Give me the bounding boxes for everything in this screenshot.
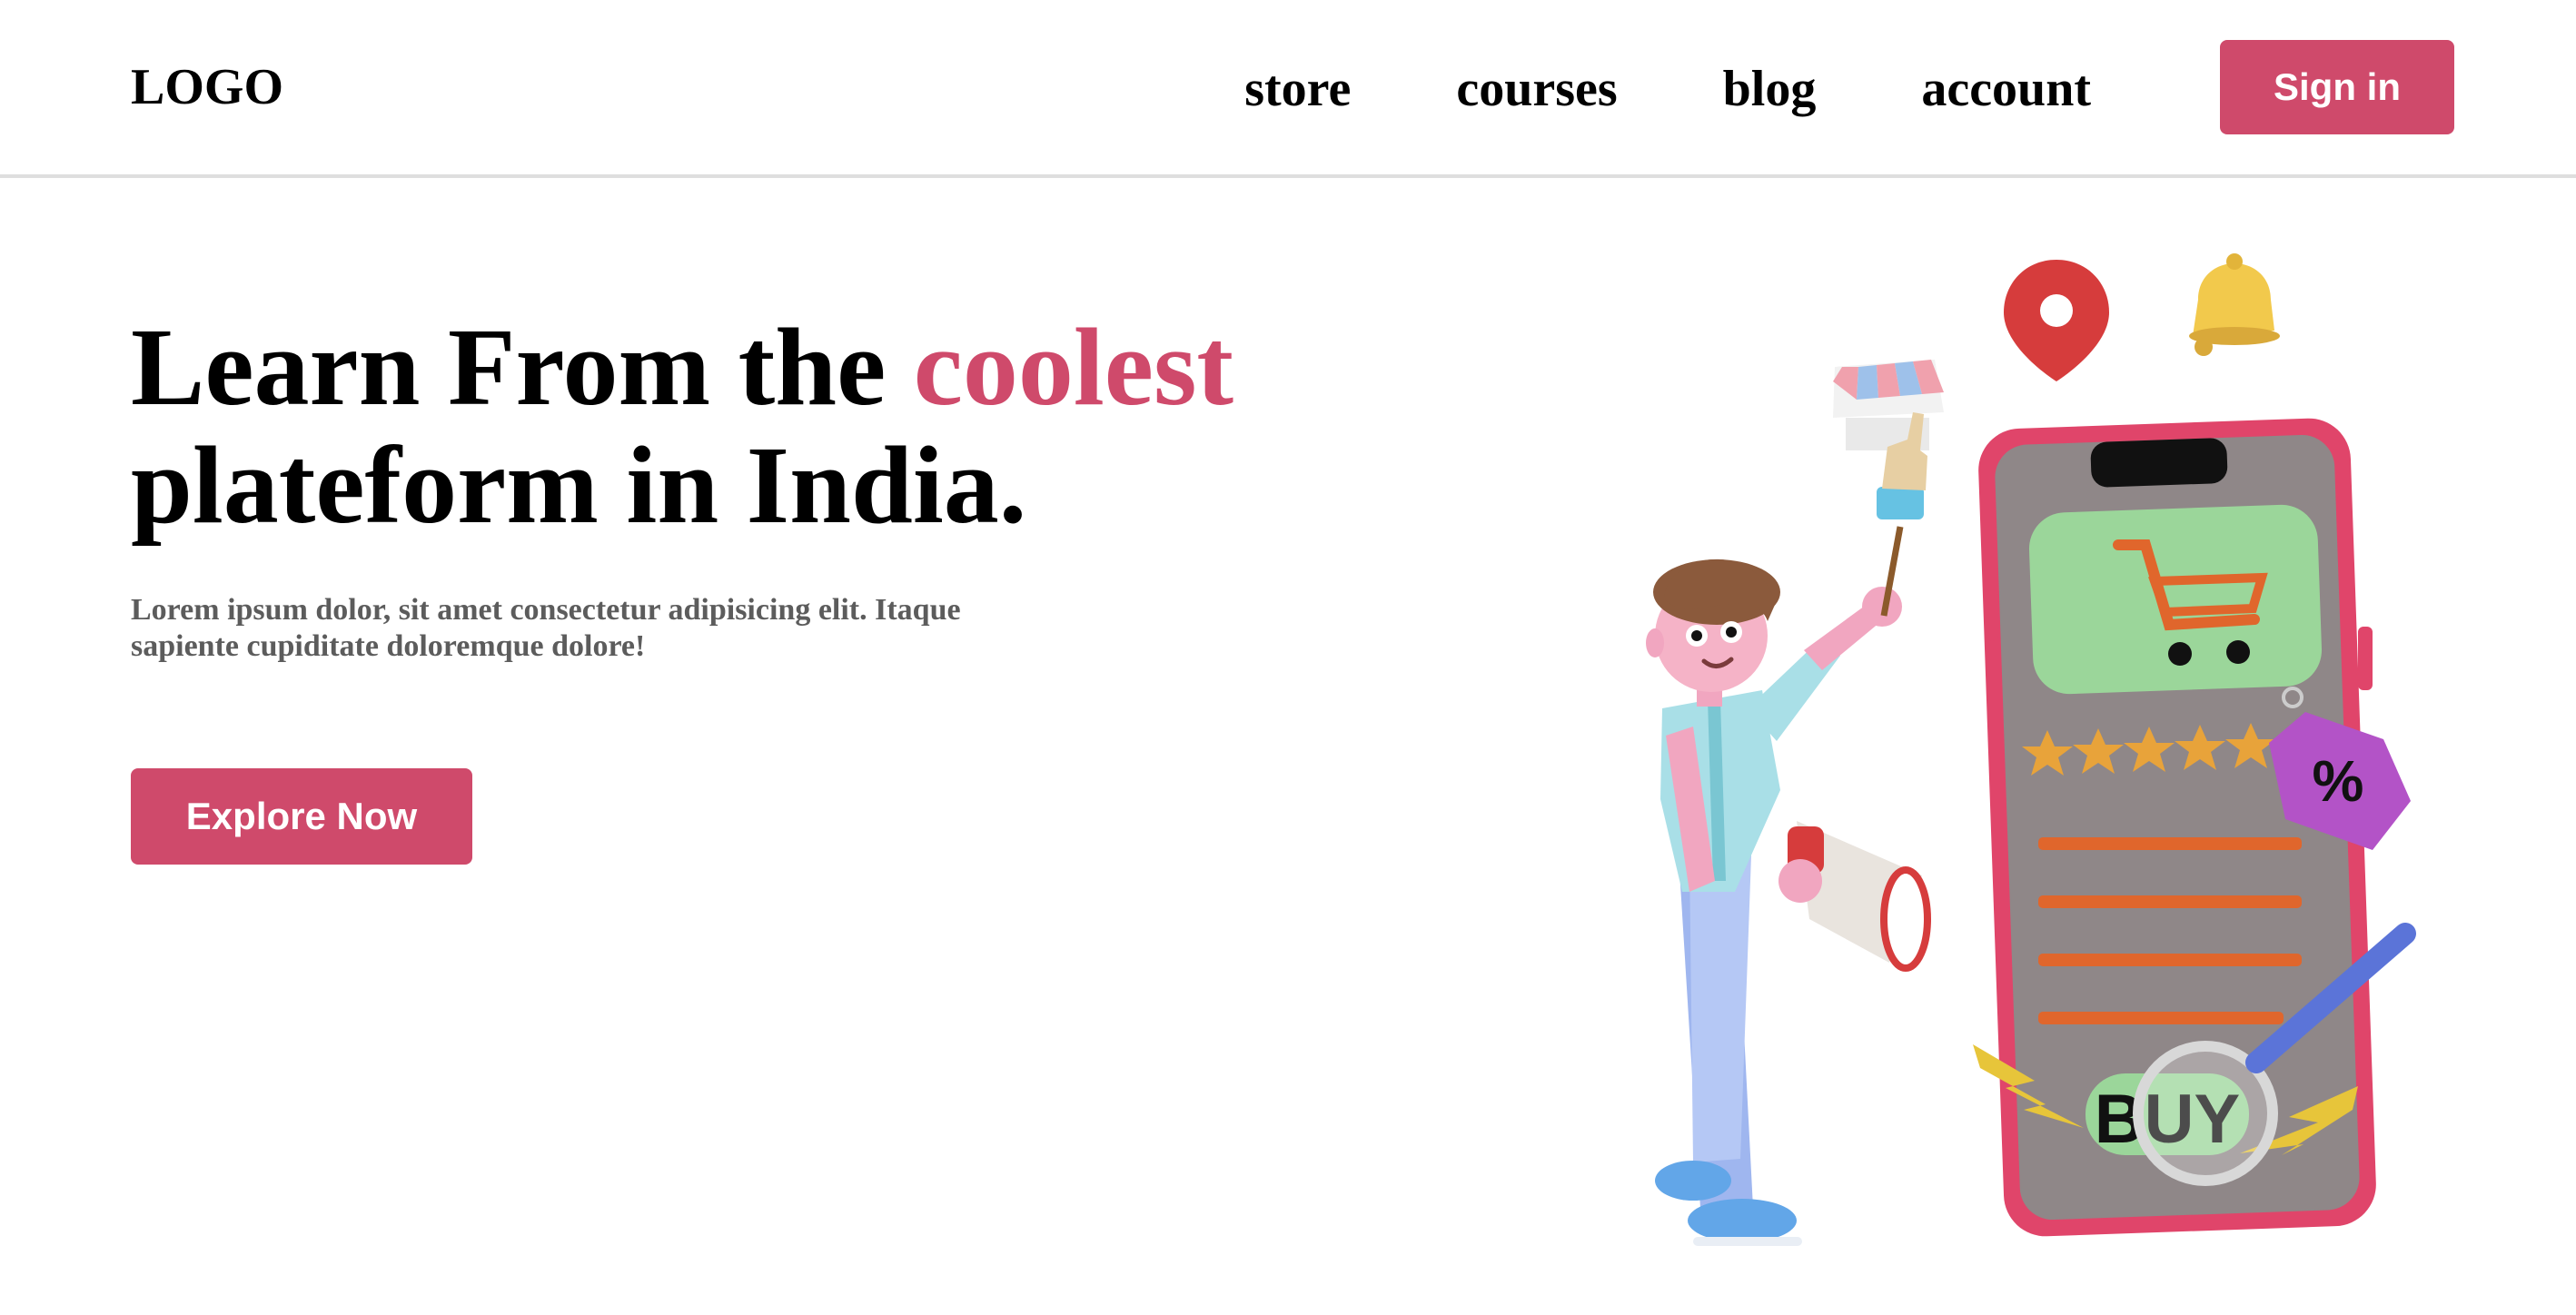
hero-title-line2: plateform in India.: [131, 424, 1027, 547]
location-pin-icon: [2004, 260, 2109, 381]
store-icon: [1833, 360, 1944, 450]
nav-link-blog[interactable]: blog: [1723, 58, 1817, 120]
hero-title: Learn From the coolest plateform in India…: [131, 309, 1234, 545]
hero-description-line2: sapiente cupiditate doloremque dolore!: [131, 629, 646, 663]
character-figure: [1646, 412, 1931, 1246]
phone-mockup: BUY %: [1973, 418, 2416, 1237]
sign-in-button[interactable]: Sign in: [2220, 40, 2454, 134]
explore-now-button[interactable]: Explore Now: [131, 768, 472, 865]
logo[interactable]: LOGO: [131, 56, 283, 118]
hero-illustration: BUY %: [1646, 253, 2416, 1246]
discount-label: %: [2313, 748, 2364, 814]
hero-title-accent: coolest: [913, 306, 1234, 429]
hero-description: Lorem ipsum dolor, sit amet consectetur …: [131, 592, 1039, 665]
bell-icon: [2189, 253, 2280, 356]
hero-description-line1: Lorem ipsum dolor, sit amet consectetur …: [131, 593, 961, 627]
navbar: LOGO store courses blog account Sign in: [0, 0, 2576, 178]
nav-link-store[interactable]: store: [1244, 58, 1351, 120]
nav-link-courses[interactable]: courses: [1456, 58, 1617, 120]
nav-links: store courses blog account: [1244, 58, 2091, 120]
hero-title-part1: Learn From the: [131, 306, 887, 429]
nav-link-account[interactable]: account: [1921, 58, 2091, 120]
